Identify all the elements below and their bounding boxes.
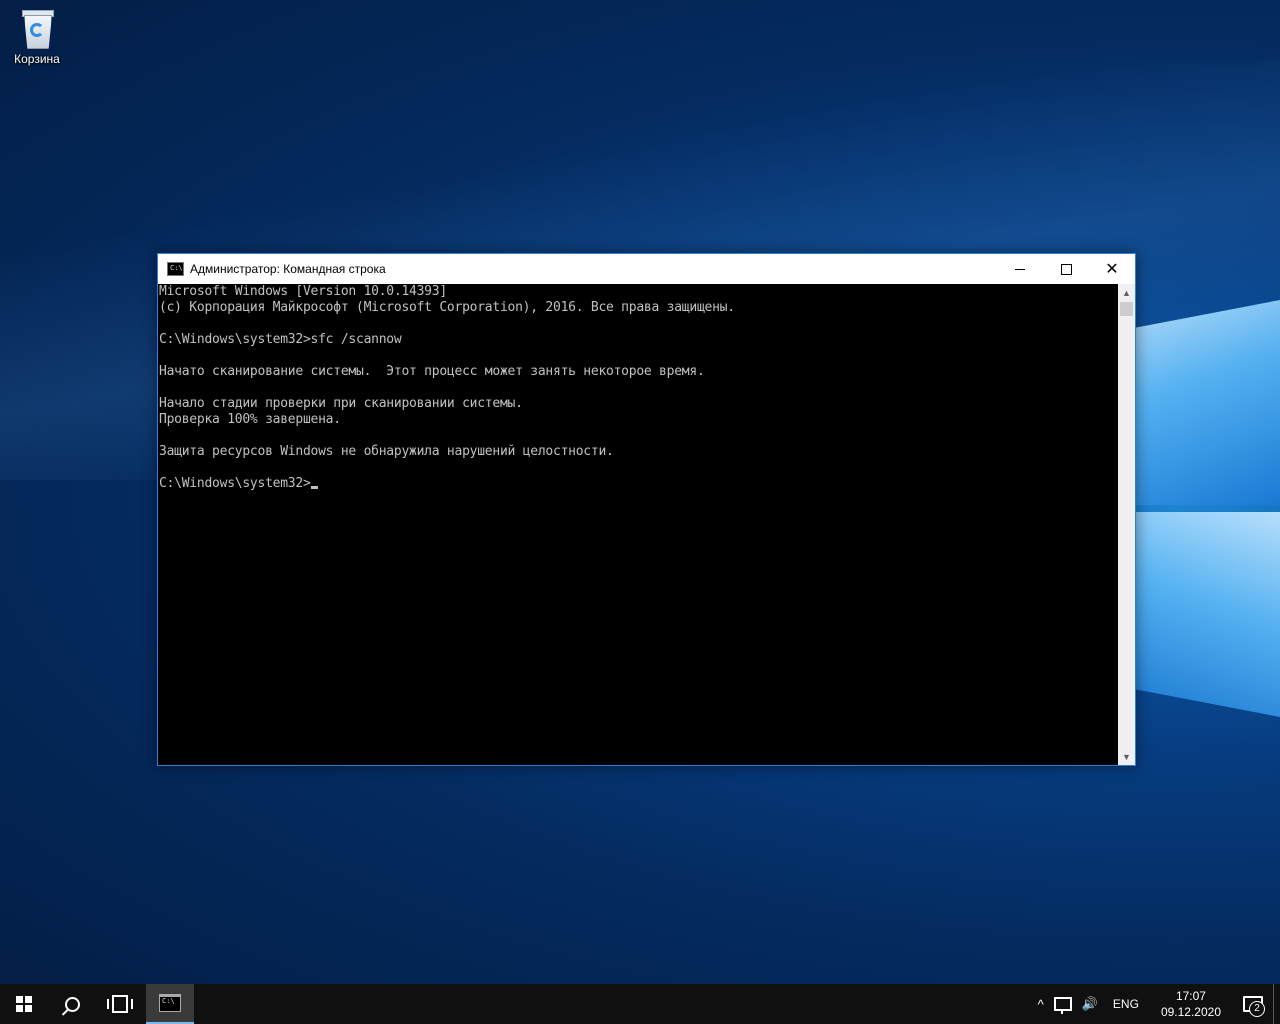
window-titlebar[interactable]: C:\ Администратор: Командная строка ✕ [158, 254, 1135, 284]
task-view-button[interactable] [96, 984, 144, 1024]
clock-time: 17:07 [1175, 989, 1206, 1003]
network-button[interactable] [1049, 984, 1077, 1024]
console-line: Начато сканирование системы. Этот процес… [159, 364, 705, 379]
search-icon [64, 996, 80, 1012]
show-hidden-icons-button[interactable]: ^ [1033, 984, 1049, 1024]
console-line: Начало стадии проверки при сканировании … [159, 396, 523, 411]
console-output[interactable]: Microsoft Windows [Version 10.0.14393] (… [158, 284, 1118, 765]
show-desktop-button[interactable] [1273, 984, 1280, 1024]
wallpaper-window-pane-upper [1130, 300, 1280, 505]
console-line: Проверка 100% завершена. [159, 412, 341, 427]
wallpaper-window-pane-lower [1130, 512, 1280, 717]
clock-date: 09.12.2020 [1160, 1005, 1221, 1019]
start-button[interactable] [0, 984, 48, 1024]
action-center-button[interactable]: 2 [1233, 984, 1273, 1024]
minimize-icon [1015, 268, 1025, 270]
close-icon: ✕ [1105, 259, 1119, 278]
vertical-scrollbar[interactable]: ▲ ▼ [1118, 284, 1135, 765]
volume-icon: 🔊 [1081, 996, 1098, 1011]
console-line: (c) Корпорация Майкрософт (Microsoft Cor… [159, 300, 735, 315]
window-title: Администратор: Командная строка [190, 262, 386, 276]
notification-count-badge: 2 [1249, 1001, 1265, 1017]
language-indicator[interactable]: ENG [1103, 984, 1149, 1024]
scroll-up-arrow[interactable]: ▲ [1118, 284, 1135, 301]
desktop-icon-label: Корзина [14, 52, 60, 66]
console-line: Защита ресурсов Windows не обнаружила на… [159, 444, 614, 459]
text-cursor [310, 486, 318, 489]
windows-logo-icon [16, 996, 32, 1012]
task-view-icon [107, 995, 133, 1013]
console-line: Microsoft Windows [Version 10.0.14393] [159, 284, 447, 299]
taskbar: C:\ ^ 🔊 ENG 17:07 09.12.2020 2 [0, 984, 1280, 1024]
network-icon [1053, 997, 1072, 1014]
desktop-icon-recycle-bin[interactable]: Корзина [8, 6, 66, 66]
cmd-icon[interactable]: C:\ [167, 262, 184, 276]
console-prompt-line[interactable]: C:\Windows\system32> [158, 476, 1118, 492]
console-prompt: C:\Windows\system32> [159, 476, 311, 491]
cmd-window[interactable]: C:\ Администратор: Командная строка ✕ Mi… [157, 253, 1136, 766]
scroll-down-arrow[interactable]: ▼ [1118, 748, 1135, 765]
recycle-bin-icon [19, 8, 55, 49]
scrollbar-thumb[interactable] [1120, 302, 1133, 316]
taskbar-app-cmd[interactable]: C:\ [146, 984, 194, 1024]
clock[interactable]: 17:07 09.12.2020 [1149, 984, 1233, 1024]
console-line: C:\Windows\system32>sfc /scannow [159, 332, 402, 347]
minimize-button[interactable] [997, 254, 1043, 284]
volume-button[interactable]: 🔊 [1077, 984, 1103, 1024]
close-button[interactable]: ✕ [1089, 254, 1135, 284]
maximize-icon [1060, 263, 1072, 275]
maximize-button[interactable] [1043, 254, 1089, 284]
cmd-icon: C:\ [159, 994, 181, 1012]
system-tray: ^ 🔊 ENG 17:07 09.12.2020 2 [1033, 984, 1280, 1024]
search-button[interactable] [48, 984, 96, 1024]
